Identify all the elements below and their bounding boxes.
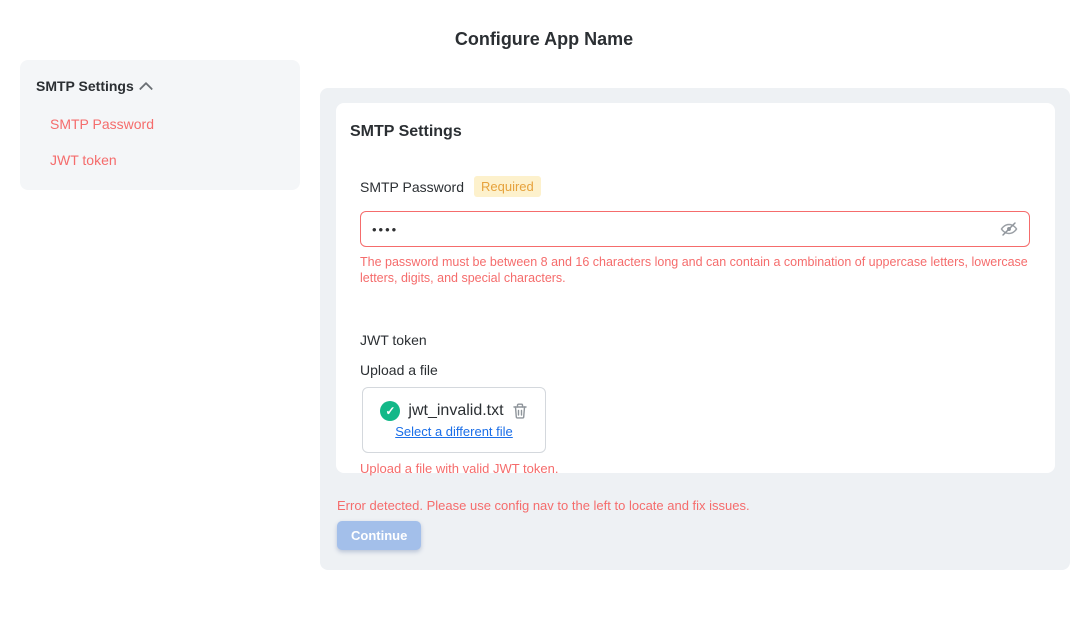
page-title: Configure App Name bbox=[0, 29, 1088, 50]
smtp-password-label: SMTP Password bbox=[360, 179, 464, 195]
smtp-settings-card: SMTP Settings SMTP Password Required The… bbox=[336, 103, 1055, 473]
footer-error-message: Error detected. Please use config nav to… bbox=[337, 498, 750, 513]
config-panel: SMTP Settings SMTP Password Required The… bbox=[320, 88, 1070, 570]
select-different-file-link[interactable]: Select a different file bbox=[395, 424, 513, 439]
sidebar-links: SMTP Password JWT token bbox=[50, 116, 284, 168]
smtp-password-error: The password must be between 8 and 16 ch… bbox=[360, 254, 1032, 286]
eye-slash-icon[interactable] bbox=[1000, 220, 1018, 238]
smtp-password-input[interactable] bbox=[360, 211, 1030, 247]
trash-icon[interactable] bbox=[512, 402, 528, 420]
sidebar-section-smtp-settings[interactable]: SMTP Settings bbox=[36, 78, 284, 94]
jwt-token-error: Upload a file with valid JWT token. bbox=[360, 461, 1041, 476]
sidebar-item-jwt-token[interactable]: JWT token bbox=[50, 152, 284, 168]
config-nav-sidebar: SMTP Settings SMTP Password JWT token bbox=[20, 60, 300, 190]
jwt-token-label: JWT token bbox=[360, 332, 1041, 348]
sidebar-section-label: SMTP Settings bbox=[36, 78, 134, 94]
upload-file-label: Upload a file bbox=[360, 362, 1041, 378]
continue-button[interactable]: Continue bbox=[337, 521, 421, 550]
required-badge: Required bbox=[474, 176, 541, 197]
uploaded-file-name: jwt_invalid.txt bbox=[408, 402, 503, 420]
sidebar-item-smtp-password[interactable]: SMTP Password bbox=[50, 116, 284, 132]
check-circle-icon: ✓ bbox=[380, 401, 400, 421]
card-heading: SMTP Settings bbox=[350, 123, 1041, 141]
file-upload-box: ✓ jwt_invalid.txt Select a different fil… bbox=[362, 387, 546, 453]
chevron-up-icon bbox=[139, 82, 153, 96]
